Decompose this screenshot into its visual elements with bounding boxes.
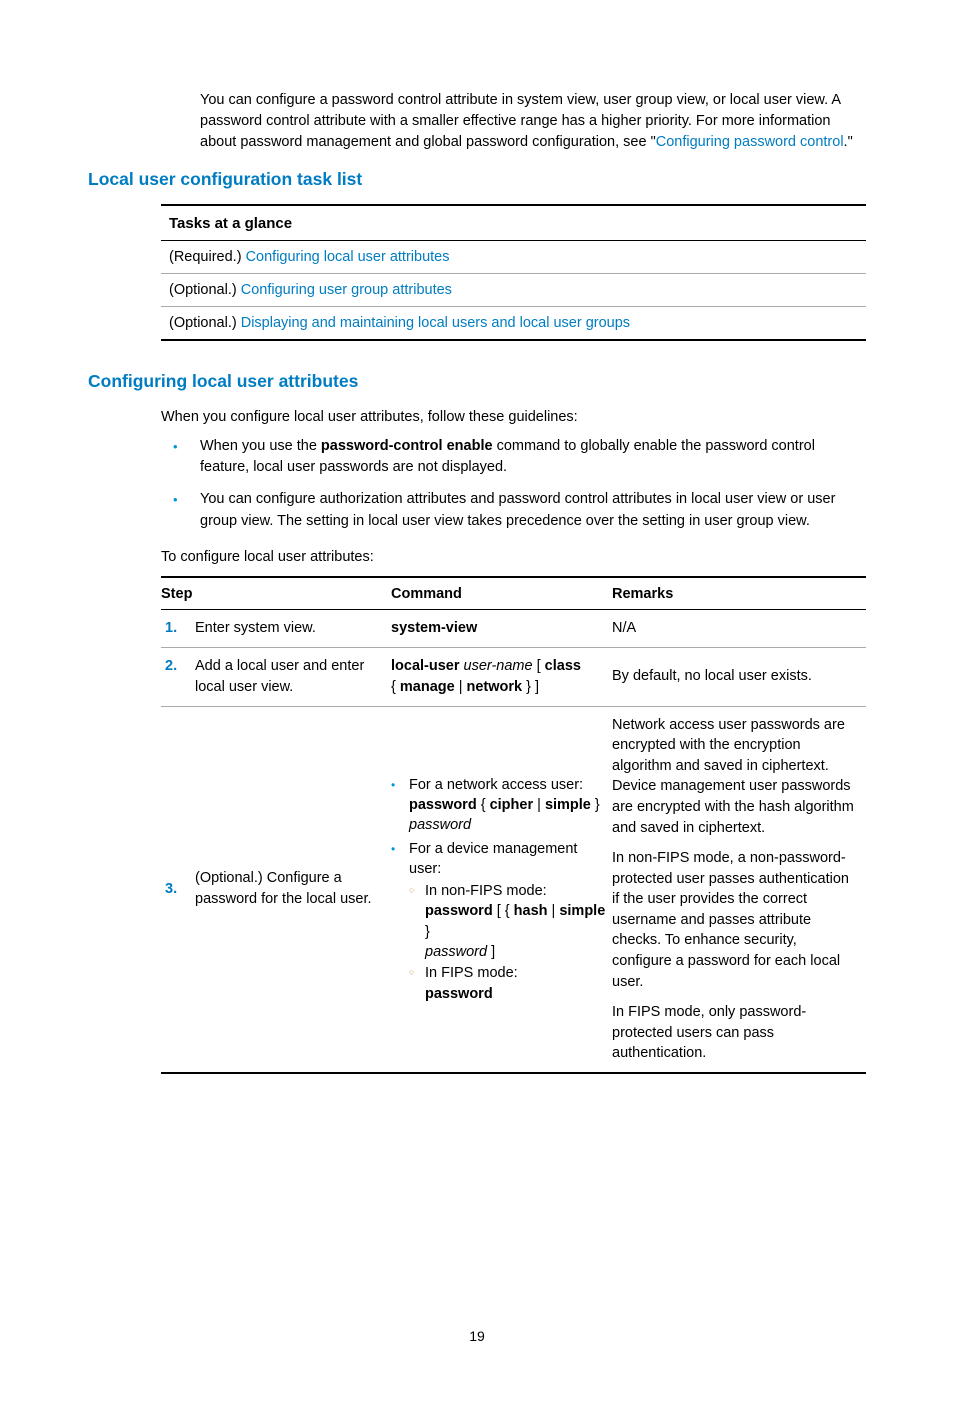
tasks-header: Tasks at a glance: [161, 205, 866, 240]
list-item: For a device management user: In non-FIP…: [391, 839, 606, 1004]
step-number: 2.: [161, 647, 195, 706]
heading-local-user-task-list: Local user configuration task list: [88, 167, 866, 192]
page-number: 19: [88, 1326, 866, 1346]
tasks-table: Tasks at a glance (Required.) Configurin…: [161, 204, 866, 341]
steps-table: Step Command Remarks 1. Enter system vie…: [161, 576, 866, 1074]
remarks-p1: Network access user passwords are encryp…: [612, 715, 860, 838]
link-configuring-password-control[interactable]: Configuring password control: [656, 134, 844, 150]
link-displaying-maintaining-local-users[interactable]: Displaying and maintaining local users a…: [241, 315, 630, 331]
step-desc: Add a local user and enter local user vi…: [195, 647, 391, 706]
step-remarks: Network access user passwords are encryp…: [612, 706, 866, 1073]
table-row: (Optional.) Configuring user group attri…: [161, 274, 866, 307]
cmd-system-view: system-view: [391, 620, 477, 636]
remarks-p2: In non-FIPS mode, a non-password-protect…: [612, 848, 860, 992]
intro-paragraph: You can configure a password control att…: [88, 90, 866, 153]
step-desc: (Optional.) Configure a password for the…: [195, 706, 391, 1073]
intro-text-2: .": [844, 134, 853, 150]
list-item: When you use the password-control enable…: [88, 436, 866, 480]
heading-configuring-local-user-attributes: Configuring local user attributes: [88, 369, 866, 394]
col-remarks-header: Remarks: [612, 577, 866, 610]
table-row: 1. Enter system view. system-view N/A: [161, 609, 866, 647]
step-desc: Enter system view.: [195, 609, 391, 647]
task-prefix: (Required.): [169, 249, 246, 265]
cmd-password-list: For a network access user: password { ci…: [391, 775, 606, 1004]
step-remarks: N/A: [612, 609, 866, 647]
list-item: In non-FIPS mode: password [ { hash | si…: [409, 881, 606, 962]
step-number: 3.: [161, 706, 195, 1073]
guidelines-list: When you use the password-control enable…: [88, 436, 866, 533]
step-remarks: By default, no local user exists.: [612, 647, 866, 706]
list-item: In FIPS mode: password: [409, 963, 606, 1004]
col-step-header: Step: [161, 577, 391, 610]
bullet-text: When you use the: [200, 438, 321, 454]
list-item: You can configure authorization attribut…: [88, 489, 866, 533]
remarks-p3: In FIPS mode, only password-protected us…: [612, 1002, 860, 1064]
col-command-header: Command: [391, 577, 612, 610]
link-configuring-user-group-attributes[interactable]: Configuring user group attributes: [241, 282, 452, 298]
list-item: For a network access user: password { ci…: [391, 775, 606, 836]
task-prefix: (Optional.): [169, 282, 241, 298]
step-number: 1.: [161, 609, 195, 647]
task-prefix: (Optional.): [169, 315, 241, 331]
table-row: 2. Add a local user and enter local user…: [161, 647, 866, 706]
configure-lead: To configure local user attributes:: [88, 547, 866, 568]
table-row: (Required.) Configuring local user attri…: [161, 241, 866, 274]
table-row: 3. (Optional.) Configure a password for …: [161, 706, 866, 1073]
bullet-bold: password-control enable: [321, 438, 493, 454]
cmd-local-user: local-user user-name [ class { manage | …: [391, 647, 612, 706]
link-configuring-local-user-attributes[interactable]: Configuring local user attributes: [246, 249, 450, 265]
table-row: (Optional.) Displaying and maintaining l…: [161, 307, 866, 341]
guidelines-lead: When you configure local user attributes…: [88, 407, 866, 428]
